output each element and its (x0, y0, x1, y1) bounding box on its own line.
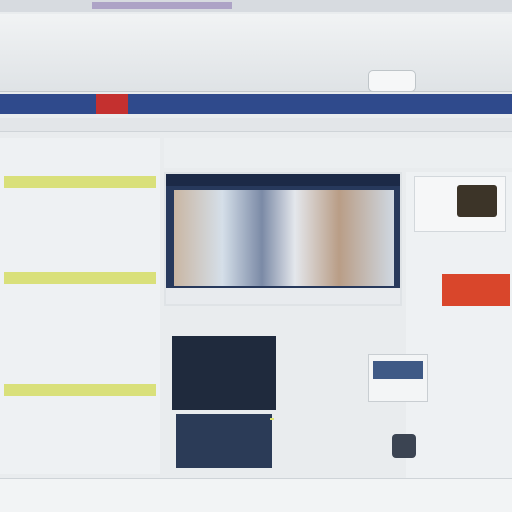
thumbnail-image (373, 361, 423, 379)
story-thumbnail[interactable] (368, 354, 428, 402)
nav-item[interactable] (96, 94, 112, 114)
story-thumbnail[interactable] (172, 336, 276, 410)
featured-story[interactable] (164, 172, 402, 306)
nav-item[interactable] (32, 94, 48, 114)
nav-item[interactable] (16, 94, 32, 114)
sidebar-item[interactable] (4, 368, 156, 380)
top-accent-bar (92, 2, 232, 9)
right-column (406, 172, 512, 478)
nav-item[interactable] (48, 94, 64, 114)
browser-top-strip (0, 0, 512, 12)
sidebar-item[interactable] (4, 352, 156, 364)
featured-image[interactable] (174, 190, 394, 286)
media-icon[interactable] (392, 434, 416, 458)
featured-caption[interactable] (166, 288, 400, 304)
nav-item[interactable] (112, 94, 128, 114)
main-header-links (164, 138, 512, 168)
sidebar-title (4, 142, 156, 156)
sidebar-item[interactable] (4, 192, 156, 204)
page-footer (0, 478, 512, 512)
header-button[interactable] (368, 70, 416, 92)
sidebar-item[interactable] (4, 304, 156, 316)
sidebar-item[interactable] (4, 336, 156, 348)
content-link[interactable] (270, 418, 274, 420)
page-title (0, 38, 512, 56)
sidebar-item[interactable] (4, 160, 156, 172)
sidebar-item[interactable] (4, 272, 156, 284)
sidebar-item[interactable] (4, 384, 156, 396)
sidebar-item[interactable] (4, 224, 156, 236)
nav-item[interactable] (0, 94, 16, 114)
ad-banner[interactable] (414, 176, 506, 232)
sidebar-item[interactable] (4, 256, 156, 268)
story-thumbnail[interactable] (176, 414, 272, 468)
sub-navigation (0, 118, 512, 132)
main-nav-bar (0, 94, 512, 114)
page-subtitle (10, 64, 430, 76)
nav-item[interactable] (80, 94, 96, 114)
sidebar-item[interactable] (4, 208, 156, 220)
ad-image (457, 185, 497, 217)
nav-item[interactable] (64, 94, 80, 114)
sidebar-item[interactable] (4, 240, 156, 252)
featured-story-bar (166, 174, 400, 186)
sidebar-item[interactable] (4, 320, 156, 332)
promo-button[interactable] (442, 274, 510, 306)
left-sidebar (0, 138, 160, 474)
sidebar-item[interactable] (4, 400, 156, 412)
sidebar-item[interactable] (4, 176, 156, 188)
sidebar-item[interactable] (4, 288, 156, 300)
page-title-bar (0, 14, 512, 92)
